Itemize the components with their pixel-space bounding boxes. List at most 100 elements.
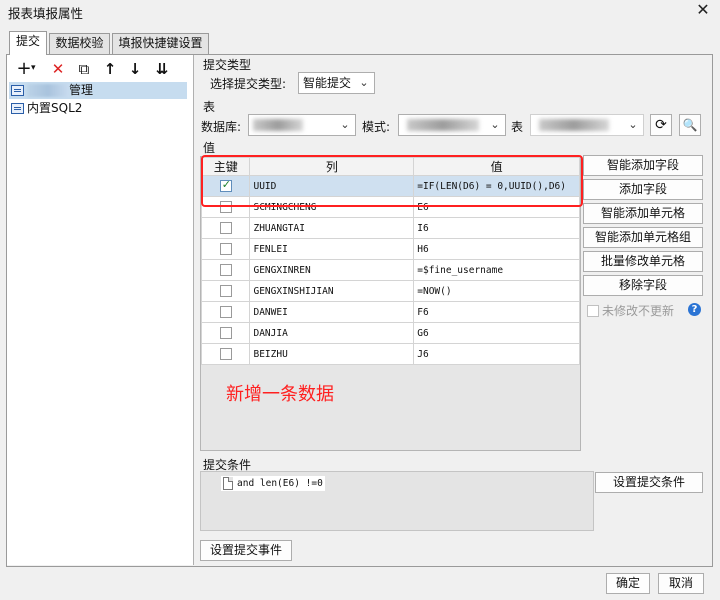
table-row[interactable]: SCMINGCHENG E6 — [200, 196, 580, 218]
table-section-label: 表 — [203, 100, 216, 114]
value-cell[interactable]: =IF(LEN(D6) = 0,UUID(),D6) — [413, 175, 580, 197]
chevron-down-icon: ⌄ — [490, 118, 500, 131]
refresh-icon[interactable]: ⟳ — [650, 114, 672, 136]
table-row[interactable]: DANWEI F6 — [200, 301, 580, 323]
primary-key-checkbox[interactable] — [219, 243, 232, 255]
value-cell[interactable]: E6 — [413, 196, 580, 218]
checkbox-box[interactable] — [587, 304, 599, 317]
key-cell[interactable] — [200, 196, 251, 218]
column-cell[interactable]: GENGXINREN — [249, 259, 415, 281]
tab-shortcut-settings[interactable]: 填报快捷键设置 — [112, 33, 209, 54]
blurred-text — [253, 119, 303, 131]
table-row[interactable]: GENGXINSHIJIAN =NOW() — [200, 280, 580, 302]
blurred-text — [27, 84, 69, 97]
copy-icon[interactable]: ⧉ — [74, 59, 94, 79]
batch-modify-cell-button[interactable]: 批量修改单元格 — [583, 251, 703, 272]
submit-type-section-label: 提交类型 — [203, 58, 252, 72]
value-cell[interactable]: I6 — [413, 217, 580, 239]
move-up-icon[interactable]: ↑ — [100, 59, 120, 79]
table-row[interactable]: FENLEI H6 — [200, 238, 580, 260]
table-row[interactable]: GENGXINREN =$fine_username — [200, 259, 580, 281]
value-cell[interactable]: J6 — [413, 343, 580, 365]
submit-type-select[interactable]: 智能提交 ⌄ — [298, 72, 375, 94]
blurred-text — [407, 119, 479, 131]
set-submit-condition-button[interactable]: 设置提交条件 — [595, 472, 703, 493]
column-header-column[interactable]: 列 — [249, 157, 415, 176]
table-icon — [11, 103, 24, 114]
table-row[interactable]: UUID =IF(LEN(D6) = 0,UUID(),D6) — [200, 175, 580, 197]
help-icon[interactable]: ? — [688, 303, 701, 316]
key-cell[interactable] — [200, 217, 251, 239]
column-cell[interactable]: SCMINGCHENG — [249, 196, 415, 218]
values-section-label: 值 — [203, 141, 216, 155]
table-row[interactable]: DANJIA G6 — [200, 322, 580, 344]
close-icon[interactable]: ✕ — [692, 0, 714, 21]
table-select[interactable]: ⌄ — [530, 114, 644, 136]
tree-item-management[interactable]: 管理 — [9, 82, 187, 99]
table-label: 表 — [511, 120, 524, 134]
column-cell[interactable]: GENGXINSHIJIAN — [249, 280, 415, 302]
primary-key-checkbox[interactable] — [219, 222, 232, 234]
chevron-down-icon: ⌄ — [628, 118, 638, 131]
smart-add-field-button[interactable]: 智能添加字段 — [583, 155, 703, 176]
column-header-value[interactable]: 值 — [413, 157, 580, 176]
key-cell[interactable] — [200, 280, 251, 302]
tab-data-validation[interactable]: 数据校验 — [49, 33, 110, 54]
value-cell[interactable]: F6 — [413, 301, 580, 323]
database-select[interactable]: ⌄ — [248, 114, 356, 136]
value-cell[interactable]: =$fine_username — [413, 259, 580, 281]
submit-condition-box[interactable]: and len(E6) !=0 — [200, 471, 594, 531]
column-header-key[interactable]: 主键 — [200, 157, 251, 176]
primary-key-checkbox[interactable] — [219, 327, 232, 339]
ok-button[interactable]: 确定 — [606, 573, 650, 594]
value-cell[interactable]: H6 — [413, 238, 580, 260]
table-icon — [11, 85, 24, 96]
no-update-checkbox[interactable]: 未修改不更新 — [587, 302, 674, 319]
annotation-text: 新增一条数据 — [226, 384, 334, 405]
key-cell[interactable] — [200, 175, 251, 197]
column-cell[interactable]: BEIZHU — [249, 343, 415, 365]
add-dropdown-icon[interactable]: ▾ — [31, 63, 36, 73]
sort-icon[interactable]: ⇊ — [152, 59, 172, 79]
tab-submit[interactable]: 提交 — [9, 31, 47, 55]
column-cell[interactable]: ZHUANGTAI — [249, 217, 415, 239]
key-cell[interactable] — [200, 322, 251, 344]
table-row[interactable]: ZHUANGTAI I6 — [200, 217, 580, 239]
table-row[interactable]: BEIZHU J6 — [200, 343, 580, 365]
primary-key-checkbox[interactable] — [219, 178, 232, 192]
key-cell[interactable] — [200, 343, 251, 365]
remove-field-button[interactable]: 移除字段 — [583, 275, 703, 296]
cancel-button[interactable]: 取消 — [658, 573, 704, 594]
value-cell[interactable]: =NOW() — [413, 280, 580, 302]
delete-icon[interactable]: ✕ — [48, 59, 68, 79]
preview-icon[interactable]: 🔍 — [679, 114, 701, 136]
primary-key-checkbox[interactable] — [219, 306, 232, 318]
primary-key-checkbox[interactable] — [219, 264, 232, 276]
primary-key-checkbox[interactable] — [219, 201, 232, 213]
primary-key-checkbox[interactable] — [219, 285, 232, 297]
database-label: 数据库: — [201, 120, 242, 134]
column-cell[interactable]: DANWEI — [249, 301, 415, 323]
tree-item-label: 内置SQL2 — [27, 101, 83, 115]
set-submit-event-button[interactable]: 设置提交事件 — [200, 540, 292, 561]
chevron-down-icon: ⌄ — [340, 118, 350, 131]
document-icon — [223, 477, 233, 490]
key-cell[interactable] — [200, 301, 251, 323]
smart-add-cell-group-button[interactable]: 智能添加单元格组 — [583, 227, 703, 248]
value-cell[interactable]: G6 — [413, 322, 580, 344]
mode-select[interactable]: ⌄ — [398, 114, 506, 136]
tree-item-sql2[interactable]: 内置SQL2 — [9, 100, 187, 117]
add-field-button[interactable]: 添加字段 — [583, 179, 703, 200]
column-cell[interactable]: UUID — [249, 175, 415, 197]
key-cell[interactable] — [200, 259, 251, 281]
blurred-text — [539, 119, 609, 131]
column-cell[interactable]: DANJIA — [249, 322, 415, 344]
window-title: 报表填报属性 — [8, 6, 84, 21]
condition-expression: and len(E6) !=0 — [237, 478, 323, 489]
key-cell[interactable] — [200, 238, 251, 260]
primary-key-checkbox[interactable] — [219, 348, 232, 360]
mode-label: 模式: — [362, 120, 391, 134]
smart-add-cell-button[interactable]: 智能添加单元格 — [583, 203, 703, 224]
move-down-icon[interactable]: ↓ — [125, 59, 145, 79]
column-cell[interactable]: FENLEI — [249, 238, 415, 260]
